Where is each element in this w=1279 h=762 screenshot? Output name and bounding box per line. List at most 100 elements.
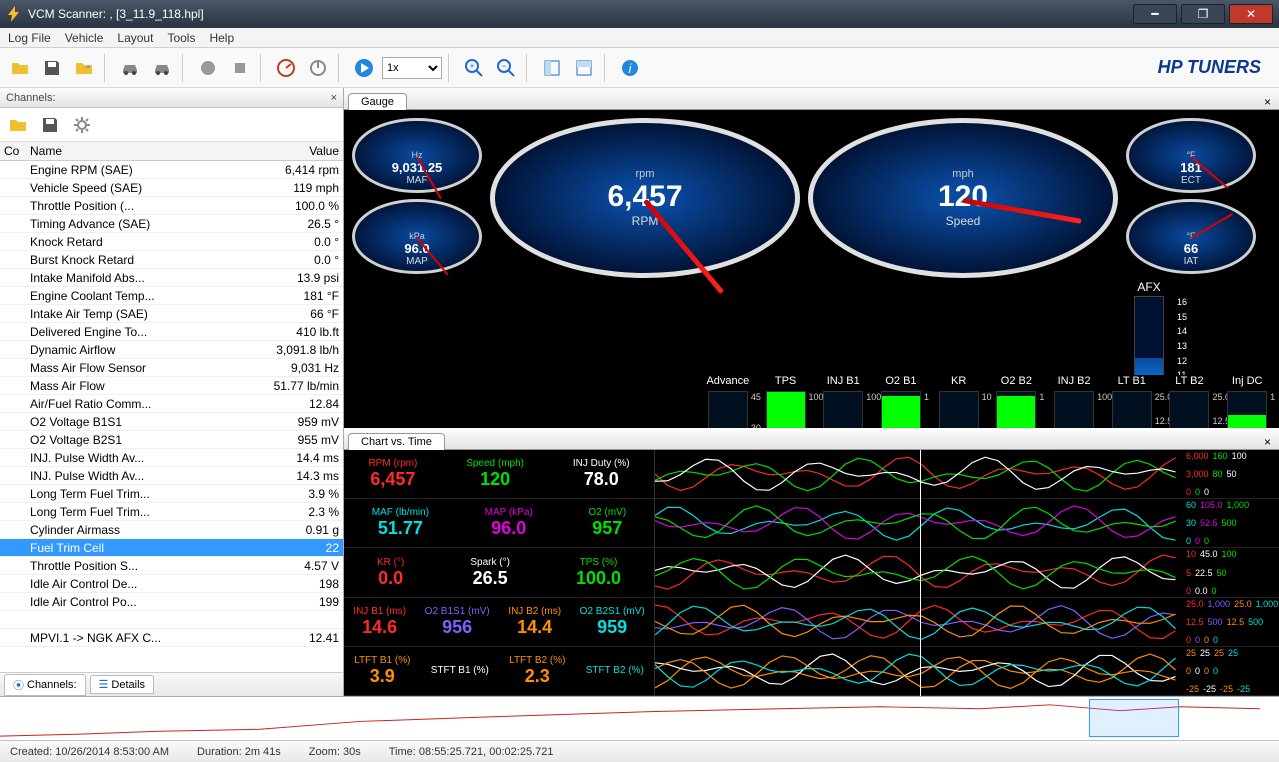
gauge-close-icon[interactable]: × [1260, 95, 1275, 109]
bar-gauge: INJ B210050014.4 [1050, 375, 1098, 428]
tab-chart[interactable]: Chart vs. Time [348, 433, 445, 450]
overview-window[interactable] [1089, 699, 1179, 737]
table-row[interactable]: Engine Coolant Temp...181 °F [0, 287, 343, 305]
open-file-button[interactable] [6, 54, 34, 82]
stop-button[interactable] [226, 54, 254, 82]
table-row[interactable]: Fuel Trim Cell22 [0, 539, 343, 557]
status-duration: Duration: 2m 41s [197, 746, 281, 758]
table-row[interactable]: Engine RPM (SAE)6,414 rpm [0, 161, 343, 179]
menu-log-file[interactable]: Log File [8, 31, 51, 45]
gauge-rpm: rpm 6,457 RPM [490, 118, 800, 278]
chart-area[interactable] [654, 450, 1184, 696]
chart-close-icon[interactable]: × [1260, 435, 1275, 449]
bar-gauge: TPS100500100 [762, 375, 810, 428]
table-row[interactable]: Long Term Fuel Trim...2.3 % [0, 503, 343, 521]
power-button[interactable] [304, 54, 332, 82]
table-row[interactable]: MPVI.1 -> NGK AFX C...12.41 [0, 629, 343, 647]
minimize-button[interactable]: ━ [1133, 4, 1177, 24]
needle-icon [643, 199, 724, 294]
playback-speed-select[interactable]: 1x [382, 57, 442, 79]
channels-close-icon[interactable]: × [331, 92, 337, 104]
zoom-out-button[interactable]: − [492, 54, 520, 82]
sidebar-tab-details[interactable]: ☰Details [90, 675, 155, 694]
table-row[interactable]: Long Term Fuel Trim...3.9 % [0, 485, 343, 503]
record-button[interactable] [194, 54, 222, 82]
channels-settings-button[interactable] [68, 111, 96, 139]
bar-gauge: O2 B110.50956 [877, 375, 925, 428]
status-zoom: Zoom: 30s [309, 746, 361, 758]
save-button[interactable] [38, 54, 66, 82]
needle-icon [1191, 213, 1234, 239]
layout-button-1[interactable] [538, 54, 566, 82]
bar-gauges: Advance453015027TPS100500100INJ B1100500… [700, 375, 1275, 428]
menu-layout[interactable]: Layout [117, 31, 153, 45]
table-row[interactable]: O2 Voltage B1S1959 mV [0, 413, 343, 431]
play-button[interactable] [350, 54, 378, 82]
vehicle-button-2[interactable] [148, 54, 176, 82]
status-time: Time: 08:55:25.721, 00:02:25.721 [389, 746, 554, 758]
channels-panel: Channels: × Co Name Value Engine RPM (SA… [0, 88, 344, 696]
status-bar: Created: 10/26/2014 8:53:00 AM Duration:… [0, 740, 1279, 762]
zoom-in-button[interactable]: + [460, 54, 488, 82]
gauge-button[interactable] [272, 54, 300, 82]
table-row[interactable]: Idle Air Control De...198 [0, 575, 343, 593]
bar-gauge: Advance453015027 [704, 375, 752, 428]
menu-vehicle[interactable]: Vehicle [65, 31, 104, 45]
table-row[interactable]: Mass Air Flow51.77 lb/min [0, 377, 343, 395]
gauge-speed: mph 120 Speed [808, 118, 1118, 278]
table-row[interactable]: Knock Retard0.0 ° [0, 233, 343, 251]
channels-col-co[interactable]: Co [0, 142, 26, 160]
table-row[interactable]: INJ. Pulse Width Av...14.3 ms [0, 467, 343, 485]
table-row[interactable]: Mass Air Flow Sensor9,031 Hz [0, 359, 343, 377]
channels-save-button[interactable] [36, 111, 64, 139]
menubar: Log File Vehicle Layout Tools Help [0, 28, 1279, 48]
chart-panel: RPM (rpm)6,457Speed (mph)120INJ Duty (%)… [344, 450, 1279, 696]
table-row[interactable]: Burst Knock Retard0.0 ° [0, 251, 343, 269]
channels-panel-title: Channels: [6, 92, 56, 104]
bar-gauge: O2 B210.50959 [993, 375, 1041, 428]
tab-gauge[interactable]: Gauge [348, 93, 407, 110]
svg-text:−: − [501, 61, 506, 71]
bar-gauge: LT B225.012.50.0-12.5-25.02.3 [1166, 375, 1214, 428]
timeline-overview[interactable] [0, 696, 1279, 740]
table-row[interactable]: Vehicle Speed (SAE)119 mph [0, 179, 343, 197]
table-row[interactable]: Air/Fuel Ratio Comm...12.84 [0, 395, 343, 413]
table-row[interactable]: Timing Advance (SAE)26.5 ° [0, 215, 343, 233]
info-button[interactable]: i [616, 54, 644, 82]
brand-logo: HP TUNERS [1158, 57, 1273, 78]
gauge-maf: Hz 9,031.25 MAF [352, 118, 482, 193]
open-layout-button[interactable] [70, 54, 98, 82]
maximize-button[interactable]: ❐ [1181, 4, 1225, 24]
chart-cursor[interactable] [920, 450, 921, 696]
channels-list[interactable]: Engine RPM (SAE)6,414 rpmVehicle Speed (… [0, 161, 343, 672]
vehicle-button-1[interactable] [116, 54, 144, 82]
titlebar: VCM Scanner: , [3_11.9_118.hpl] ━ ❐ ✕ [0, 0, 1279, 28]
table-row[interactable]: Delivered Engine To...410 lb.ft [0, 323, 343, 341]
table-row[interactable]: Throttle Position (...100.0 % [0, 197, 343, 215]
svg-text:+: + [469, 61, 474, 71]
table-row[interactable]: Dynamic Airflow3,091.8 lb/h [0, 341, 343, 359]
gauge-ect: °F 181 ECT [1126, 118, 1256, 193]
table-row[interactable]: Intake Manifold Abs...13.9 psi [0, 269, 343, 287]
table-row[interactable]: Cylinder Airmass0.91 g [0, 521, 343, 539]
table-row[interactable]: Intake Air Temp (SAE)66 °F [0, 305, 343, 323]
channels-col-name[interactable]: Name [26, 142, 233, 160]
channels-open-button[interactable] [4, 111, 32, 139]
table-row[interactable]: INJ. Pulse Width Av...14.4 ms [0, 449, 343, 467]
bar-gauge: KR10500 [935, 375, 983, 428]
table-row[interactable]: O2 Voltage B2S1955 mV [0, 431, 343, 449]
table-row[interactable] [0, 611, 343, 629]
gauge-iat: °F 66 IAT [1126, 199, 1256, 274]
layout-button-2[interactable] [570, 54, 598, 82]
menu-tools[interactable]: Tools [167, 31, 195, 45]
bar-gauge: Inj DC10050078.0 [1223, 375, 1271, 428]
table-row[interactable]: Idle Air Control Po...199 [0, 593, 343, 611]
menu-help[interactable]: Help [209, 31, 234, 45]
bar-gauge: LT B125.012.50.0-12.5-25.03.9 [1108, 375, 1156, 428]
close-button[interactable]: ✕ [1229, 4, 1273, 24]
app-icon [6, 6, 22, 22]
table-row[interactable]: Throttle Position S...4.57 V [0, 557, 343, 575]
channels-col-value[interactable]: Value [233, 142, 343, 160]
sidebar-tab-channels[interactable]: ⦿Channels: [4, 674, 86, 696]
toolbar: 1x + − i HP TUNERS [0, 48, 1279, 88]
